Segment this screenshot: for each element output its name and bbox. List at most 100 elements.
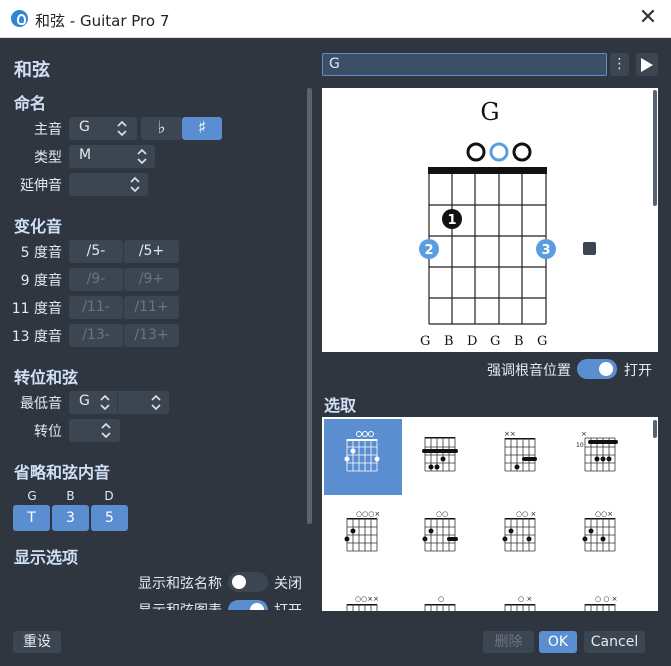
mini-chord-diagram [344,431,380,472]
omit-third-button[interactable]: 3 [52,505,89,531]
naming-section-title: 命名 [14,94,47,113]
show-diagram-toggle[interactable] [228,600,268,610]
show-diagram-label: 显示和弦图表 [100,600,222,610]
updown-chevron-icon [117,121,127,136]
string-note: G [537,334,548,349]
string-note: D [467,334,478,349]
emphasize-root-toggle[interactable] [577,359,617,379]
open-string-root-marker [489,142,509,162]
diagram-scrollbar[interactable] [653,90,657,206]
omit-note-label: G [27,489,37,503]
voicing-thumbnail[interactable]: ○○×× [324,579,402,611]
show-name-state: 关闭 [274,576,302,592]
voicing-thumbnail[interactable]: ○○ × [482,499,560,575]
mini-chord-diagram: ○ [424,595,456,611]
flat-button[interactable]: ♭ [141,117,182,140]
string-note: B [444,334,454,349]
selection-section-title: 选取 [324,396,357,415]
voicing-thumbnail[interactable]: ×× [482,419,560,495]
show-name-toggle[interactable] [228,572,268,592]
voicing-thumbnail-selected[interactable] [324,419,402,495]
fifth-sharp-button[interactable]: /5+ [124,240,179,263]
ninth-flat-button[interactable]: /9- [69,268,123,291]
guitar-pro-app-icon [11,10,28,27]
window-title: 和弦 - Guitar Pro 7 [35,12,170,30]
voicing-thumbnail[interactable] [402,419,480,495]
omit-note-label: D [104,489,114,503]
voicing-thumbnail[interactable]: ○ [402,579,480,611]
ninth-sharp-button[interactable]: /9+ [124,268,179,291]
stop-icon[interactable] [583,242,596,255]
alteration-label: 5 度音 [20,245,62,261]
voicing-scrollbar[interactable] [653,420,657,438]
nut [428,167,547,174]
voicing-thumbnail[interactable]: ○○○× [324,499,402,575]
thirteenth-flat-button[interactable]: /13- [69,324,123,347]
left-scrollbar[interactable] [307,88,312,524]
play-button[interactable] [636,53,658,76]
mini-chord-diagram: ○○○× [344,510,380,552]
mini-chord-diagram: ○○×× [346,595,379,611]
updown-chevron-icon [100,395,110,410]
reset-button[interactable]: 重设 [13,631,61,653]
updown-chevron-icon [130,177,140,192]
updown-chevron-icon [101,423,111,438]
updown-chevron-icon [151,395,161,410]
panel-heading: 和弦 [14,60,50,81]
alteration-label: 11 度音 [11,301,62,317]
close-icon[interactable]: ✕ [636,5,660,31]
delete-button[interactable]: 删除 [483,631,534,653]
play-icon [641,58,653,72]
mini-chord-diagram [422,437,458,472]
updown-chevron-icon [137,149,147,164]
svg-text:○○: ○○ [436,510,448,518]
cancel-button[interactable]: Cancel [584,631,645,653]
eleventh-flat-button[interactable]: /11- [69,296,123,319]
bass-label: 最低音 [20,396,62,412]
type-select[interactable]: M [69,145,155,168]
chord-diagram: 1 2 3 [419,142,556,325]
alterations-section-title: 变化音 [14,217,63,236]
mini-chord-diagram: × 10 [576,430,618,472]
thirteenth-sharp-button[interactable]: /13+ [124,324,179,347]
string-note: B [514,334,524,349]
voicing-thumbnail[interactable]: ○ × [482,579,560,611]
svg-text:○○×: ○○× [595,510,613,518]
chord-name-value: G [329,56,340,72]
root-value: G [79,119,90,135]
type-label: 类型 [34,150,62,166]
bass-value: G [79,393,90,409]
string-note: G [490,334,501,349]
omit-root-button[interactable]: T [13,505,50,531]
voicing-thumbnail[interactable]: ○ ○ × [562,579,640,611]
inversion-section-title: 转位和弦 [14,368,79,387]
omit-note-label: B [66,489,75,503]
display-section-title: 显示选项 [14,548,79,567]
svg-text:○○ ×: ○○ × [516,510,536,518]
emphasize-root-label: 强调根音位置 [487,363,571,379]
more-options-icon[interactable]: ⋮ [610,53,629,76]
root-select[interactable]: G [69,117,137,140]
bass-select[interactable]: G [69,391,169,414]
chord-voicing-grid[interactable]: ×× × 10 ○○○× ○○ ○○ × ○○× ○○×× ○ ○ × ○ ○ × [322,417,658,611]
svg-text:○○○×: ○○○× [356,510,380,518]
mini-chord-diagram: ×× [504,430,537,472]
mini-chord-diagram: ○○× [582,510,616,552]
eleventh-sharp-button[interactable]: /11+ [124,296,179,319]
voicing-thumbnail[interactable]: ○○ [402,499,480,575]
fifth-flat-button[interactable]: /5- [69,240,123,263]
root-label: 主音 [34,122,62,138]
chord-name-input[interactable]: G [322,53,607,76]
voicing-thumbnail[interactable]: ○○× [562,499,640,575]
sharp-button[interactable]: ♯ [182,117,222,140]
omit-fifth-button[interactable]: 5 [91,505,128,531]
voicing-thumbnail[interactable]: × 10 [562,419,640,495]
ok-button[interactable]: OK [539,631,577,653]
alteration-label: 9 度音 [20,273,62,289]
chord-diagram-panel: G 1 2 3 G B D G B G [322,88,658,352]
inversion-select[interactable] [69,419,120,442]
finger-number: 1 [447,213,456,228]
svg-text:○ ○ ×: ○ ○ × [595,595,618,603]
extension-select[interactable] [69,173,148,196]
mini-chord-diagram: ○○ × [502,510,536,552]
